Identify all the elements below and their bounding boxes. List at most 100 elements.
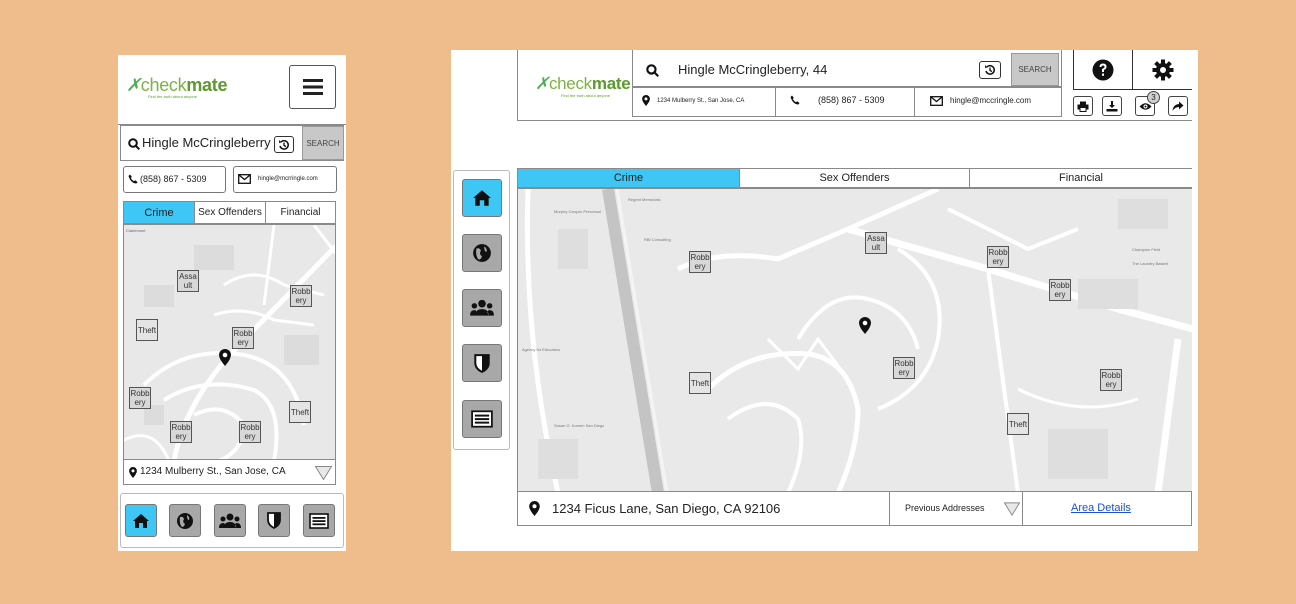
map-marker-robbery[interactable]: Robb ery [170,421,192,443]
map-marker-theft[interactable]: Theft [1007,413,1029,435]
shield-icon [267,512,281,529]
location-pin-icon[interactable] [859,317,871,334]
download-icon [1106,100,1118,111]
nav-shield-button[interactable] [258,504,290,537]
home-icon [133,513,149,528]
desktop-tab-financial[interactable]: Financial [969,168,1192,188]
people-icon [219,513,241,528]
desktop-search-input[interactable]: Hingle McCringleberry, 44 [678,62,827,77]
shield-icon [474,353,490,373]
map-label: The Laundry Basket [1132,261,1168,266]
people-icon [470,299,494,316]
desktop-email: hingle@mccringle.com [950,96,1032,105]
map-marker-robbery[interactable]: Robb ery [290,285,312,307]
desktop-map-roads [518,189,1192,492]
share-button[interactable] [1168,96,1188,116]
desktop-phone: (858) 867 - 5309 [818,95,885,105]
location-pin-icon [642,95,650,106]
map-marker-robbery[interactable]: Robb ery [239,421,261,443]
desktop-search-button[interactable]: SEARCH [1011,53,1059,86]
settings-button[interactable] [1132,50,1192,90]
history-button[interactable] [979,61,1001,79]
list-icon [471,410,493,428]
mobile-map-roads [124,225,335,459]
mobile-tab-crime[interactable]: Crime [123,201,195,224]
search-icon [646,64,659,77]
brand-tagline: Find the truth about anyone [148,94,197,99]
map-label: Agency for Education [522,347,561,352]
mobile-search-input[interactable]: Hingle McCringleberry [142,135,271,150]
map-label: Clairemont [126,228,146,233]
previous-addresses-label: Previous Addresses [905,503,985,513]
map-label: Susan G. Komen San Diego [554,423,605,428]
mobile-panel: ✗checkmate Find the truth about anyone H… [118,55,346,551]
desktop-panel: ✗checkmate Find the truth about anyone H… [451,50,1198,551]
history-button[interactable] [274,136,294,153]
location-pin-icon[interactable] [219,349,231,366]
search-icon [128,138,140,150]
nav-home-button[interactable] [462,179,502,217]
map-marker-theft[interactable]: Theft [136,319,158,341]
map-marker-robbery[interactable]: Robb ery [893,357,915,379]
globe-icon [473,244,491,262]
desktop-tab-sex-offenders[interactable]: Sex Offenders [739,168,970,188]
download-button[interactable] [1102,96,1122,116]
help-button[interactable] [1073,50,1133,90]
nav-globe-button[interactable] [169,504,201,537]
location-pin-icon [129,467,137,478]
map-marker-theft[interactable]: Theft [689,372,711,394]
share-icon [1172,101,1184,111]
map-marker-robbery[interactable]: Robb ery [1049,279,1071,301]
map-label: Regent Memorials [628,197,661,202]
nav-home-button[interactable] [125,504,157,537]
mobile-address: 1234 Mulberry St., San Jose, CA [140,466,286,477]
help-icon [1092,59,1114,80]
map-marker-robbery[interactable]: Robb ery [987,246,1009,268]
map-marker-assault[interactable]: Assa ult [865,232,887,254]
desktop-tab-crime[interactable]: Crime [517,168,740,188]
desktop-map[interactable]: Murphy Canyon Preschool Regent Memorials… [517,188,1192,492]
desktop-address-small: 1234 Mulberry St., San Jose, CA [657,98,745,104]
area-details-link[interactable]: Area Details [1071,502,1131,514]
nav-list-button[interactable] [303,504,335,537]
nav-shield-button[interactable] [462,344,502,382]
brand-logo[interactable]: ✗checkmate [535,74,631,94]
map-label: Murphy Canyon Preschool [554,209,602,214]
views-count-badge: 3 [1147,91,1160,104]
globe-icon [177,512,193,529]
mobile-email: hingle@mcrringle.com [258,176,318,182]
email-icon [238,174,251,184]
history-icon [279,139,289,150]
nav-people-button[interactable] [214,504,246,537]
map-label: Champion Field [1132,247,1161,252]
location-pin-icon [529,501,540,516]
mobile-tab-sex-offenders[interactable]: Sex Offenders [194,201,266,224]
phone-icon [790,95,800,105]
nav-people-button[interactable] [462,289,502,327]
print-button[interactable] [1073,96,1093,116]
dropdown-triangle-icon[interactable] [1004,502,1020,516]
email-icon [930,96,943,106]
nav-list-button[interactable] [462,400,502,438]
nav-globe-button[interactable] [462,234,502,272]
mobile-phone: (858) 867 - 5309 [140,174,207,184]
gear-icon [1152,59,1173,80]
map-marker-robbery[interactable]: Robb ery [1100,369,1122,391]
list-icon [309,512,329,529]
mobile-map[interactable]: Clairemont Assa ult Theft Robb ery Robb … [123,224,336,460]
print-icon [1077,101,1089,112]
brand-logo[interactable]: ✗checkmate [126,75,227,96]
history-icon [985,64,995,75]
brand-tagline: Find the truth about anyone [561,93,610,98]
map-marker-robbery[interactable]: Robb ery [232,327,254,349]
mobile-tab-financial[interactable]: Financial [265,201,336,224]
hamburger-menu-button[interactable] [289,65,336,109]
map-label: RBI Consulting [644,237,671,242]
map-marker-theft[interactable]: Theft [289,401,311,423]
map-marker-robbery[interactable]: Robb ery [689,251,711,273]
hamburger-icon [303,79,323,95]
dropdown-triangle-icon[interactable] [315,466,332,480]
mobile-search-button[interactable]: SEARCH [302,126,344,160]
map-marker-robbery[interactable]: Robb ery [129,387,151,409]
map-marker-assault[interactable]: Assa ult [177,270,199,292]
